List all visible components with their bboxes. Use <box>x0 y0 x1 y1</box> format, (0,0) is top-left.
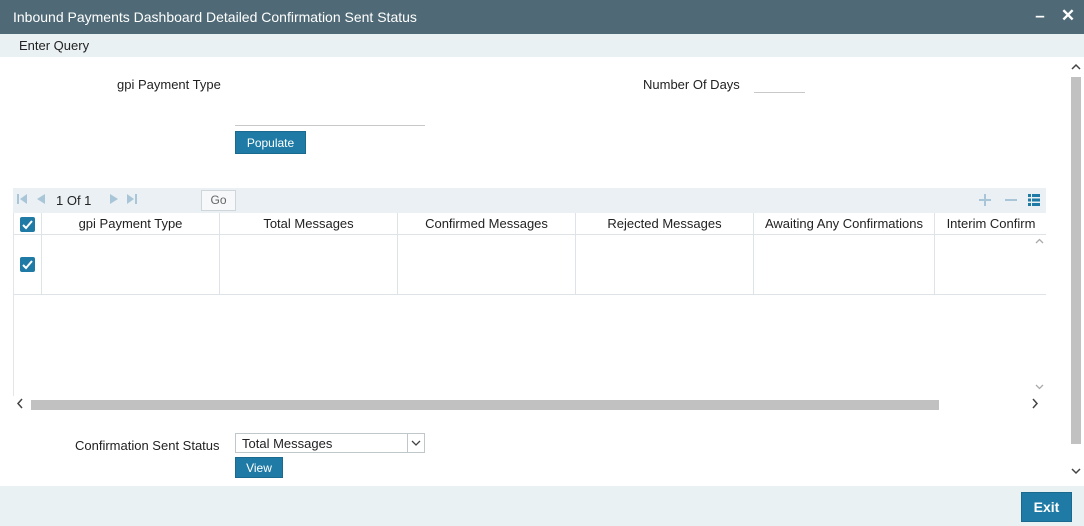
grid-toolbar: 1 Of 1 Go <box>13 188 1046 213</box>
page-scroll-up-icon[interactable] <box>1071 61 1081 75</box>
last-page-icon[interactable] <box>126 193 138 208</box>
page-vertical-scrollbar[interactable] <box>1068 57 1084 486</box>
confirmation-sent-status-label: Confirmation Sent Status <box>75 438 220 453</box>
populate-button[interactable]: Populate <box>235 131 306 154</box>
window-titlebar: Inbound Payments Dashboard Detailed Conf… <box>0 0 1084 34</box>
pager-text: 1 Of 1 <box>56 193 92 208</box>
chevron-down-icon[interactable] <box>407 434 424 452</box>
enter-query-menu[interactable]: Enter Query <box>19 38 89 53</box>
select-all-cell <box>14 213 42 235</box>
go-button[interactable]: Go <box>201 190 236 211</box>
select-value: Total Messages <box>242 436 333 451</box>
exit-button[interactable]: Exit <box>1021 492 1072 522</box>
column-header[interactable]: Rejected Messages <box>576 213 754 235</box>
minus-icon[interactable] <box>1004 190 1018 212</box>
first-page-icon[interactable] <box>16 193 28 208</box>
grid-vertical-scrollbar[interactable] <box>1033 235 1046 396</box>
window-title: Inbound Payments Dashboard Detailed Conf… <box>13 9 417 25</box>
table-cell[interactable] <box>935 235 1046 295</box>
row-checkbox[interactable] <box>20 257 35 272</box>
scroll-right-icon[interactable] <box>1030 398 1039 412</box>
footer-bar: Exit <box>0 486 1084 526</box>
column-header[interactable]: Total Messages <box>220 213 398 235</box>
column-header[interactable]: Awaiting Any Confirmations <box>754 213 935 235</box>
confirmation-sent-status-select[interactable]: Total Messages <box>235 433 425 453</box>
grid-horizontal-scrollbar[interactable] <box>13 396 1046 413</box>
scroll-down-icon[interactable] <box>1035 380 1044 394</box>
prev-page-icon[interactable] <box>35 193 47 208</box>
row-select-cell <box>14 235 42 295</box>
scroll-left-icon[interactable] <box>16 398 25 412</box>
minimize-icon[interactable]: – <box>1030 5 1050 27</box>
close-icon[interactable]: ✕ <box>1058 5 1078 27</box>
select-all-checkbox[interactable] <box>20 217 35 232</box>
page-scroll-down-icon[interactable] <box>1071 464 1081 478</box>
table-cell[interactable] <box>220 235 398 295</box>
table-row[interactable] <box>14 235 1046 295</box>
number-of-days-label: Number Of Days <box>643 77 740 92</box>
gpi-payment-type-label: gpi Payment Type <box>117 77 221 92</box>
horizontal-scroll-thumb[interactable] <box>31 400 939 410</box>
table-cell[interactable] <box>398 235 576 295</box>
column-header[interactable]: Interim Confirm <box>935 213 1046 235</box>
results-grid: gpi Payment Type Total Messages Confirme… <box>13 213 1046 396</box>
grid-header: gpi Payment Type Total Messages Confirme… <box>14 213 1046 235</box>
table-cell[interactable] <box>42 235 220 295</box>
column-header[interactable]: Confirmed Messages <box>398 213 576 235</box>
table-cell[interactable] <box>576 235 754 295</box>
column-header[interactable]: gpi Payment Type <box>42 213 220 235</box>
scroll-up-icon[interactable] <box>1035 235 1044 249</box>
menu-bar: Enter Query <box>0 34 1084 57</box>
page-scroll-thumb[interactable] <box>1071 77 1081 444</box>
gpi-payment-type-field[interactable] <box>235 108 425 126</box>
next-page-icon[interactable] <box>108 193 120 208</box>
view-button[interactable]: View <box>235 457 283 478</box>
table-cell[interactable] <box>754 235 935 295</box>
list-icon[interactable] <box>1027 190 1041 212</box>
number-of-days-field[interactable] <box>754 75 805 93</box>
plus-icon[interactable] <box>978 190 992 212</box>
